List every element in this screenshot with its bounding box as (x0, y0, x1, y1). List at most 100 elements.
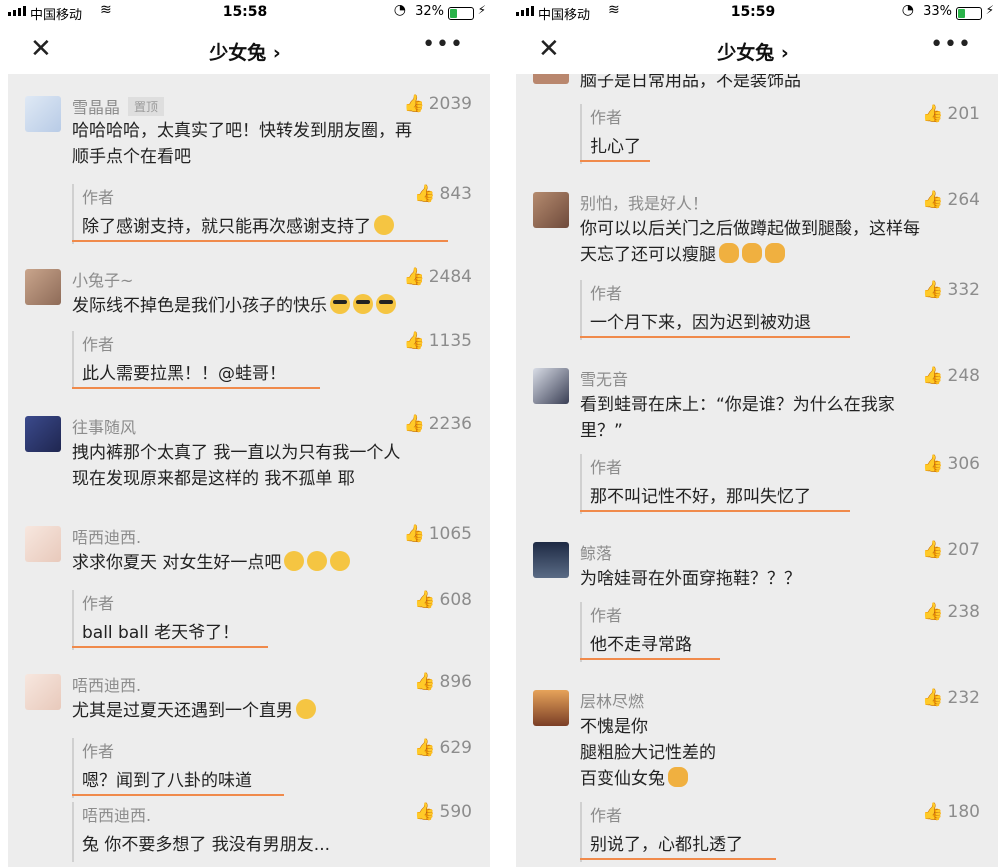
like-button[interactable]: 👍 207 (922, 540, 980, 560)
status-bar: 中国移动 ≋ 15:59 ◔ 33% ⚡ (508, 0, 998, 26)
author-reply: 作者 👍 1135 此人需要拉黑！！@蛙哥！ (72, 331, 490, 393)
like-button[interactable]: 👍 2039 (404, 94, 472, 114)
doge-emoji-icon (719, 243, 739, 263)
reply-author: 唔西迪西. (82, 806, 152, 825)
reply-like-button[interactable]: 👍 629 (414, 738, 472, 758)
thumbs-up-icon: 👍 (922, 802, 944, 822)
thumbs-up-icon: 👍 (922, 688, 944, 708)
like-button[interactable]: 👍 2484 (404, 267, 472, 287)
avatar[interactable] (533, 192, 569, 228)
more-icon[interactable]: ••• (422, 32, 464, 57)
avatar[interactable] (25, 269, 61, 305)
reply-bar (580, 104, 582, 164)
like-count: 2484 (428, 267, 472, 287)
reply-bar (72, 184, 74, 244)
reply-like-button[interactable]: 👍 332 (922, 280, 980, 300)
nav-bar: ✕ 少女兔 › ••• (0, 26, 490, 74)
orientation-lock-icon: ◔ (901, 2, 914, 18)
like-button[interactable]: 👍 264 (922, 190, 980, 210)
reply-text: 那不叫记性不好，那叫失忆了 (590, 487, 811, 507)
author-reply: 作者 👍 238 他不走寻常路 (580, 602, 998, 666)
reply-like-button[interactable]: 👍 201 (922, 104, 980, 124)
reply-like-button[interactable]: 👍 608 (414, 590, 472, 610)
like-button[interactable]: 👍 896 (414, 672, 472, 692)
reply-like-button[interactable]: 👍 1135 (404, 331, 472, 351)
reply-author: 作者 (590, 284, 623, 303)
comment-author[interactable]: 层林尽燃 (580, 688, 644, 712)
thumbs-up-icon: 👍 (922, 540, 944, 560)
comment-author[interactable]: 鲸落 (580, 540, 612, 564)
avatar[interactable] (533, 690, 569, 726)
reply-author: 作者 (82, 335, 115, 354)
comment-author[interactable]: 别怕，我是好人！ (580, 190, 708, 214)
comment-author[interactable]: 雪晶晶 置顶 (72, 94, 165, 118)
crying-emoji-icon (284, 551, 305, 571)
battery-percent: 32% (415, 4, 444, 19)
like-button[interactable]: 👍 1065 (404, 524, 472, 544)
reply-like-button[interactable]: 👍 590 (414, 802, 472, 822)
reply-bar (72, 331, 74, 389)
thumbs-up-icon: 👍 (922, 280, 944, 300)
charging-icon: ⚡ (985, 3, 994, 17)
like-button[interactable]: 👍 2236 (404, 414, 472, 434)
thumbs-up-icon: 👍 (403, 524, 425, 544)
comment-text: 为啥娃哥在外面穿拖鞋？？？ (580, 569, 801, 589)
comment-text: 你可以以后关门之后做蹲起做到腿酸，这样每 天忘了还可以瘦腿 (580, 219, 920, 265)
thumbs-up-icon: 👍 (414, 184, 436, 204)
reply-like-button[interactable]: 👍 180 (922, 802, 980, 822)
comment-author[interactable]: 雪无音 (580, 366, 628, 390)
reply-like-button[interactable]: 👍 843 (414, 184, 472, 204)
comment-author[interactable]: 往事随风 (72, 414, 136, 438)
avatar[interactable] (25, 674, 61, 710)
comment-text: 发际线不掉色是我们小孩子的快乐 (72, 293, 472, 319)
reply-text: ball ball 老天爷了！ (82, 623, 240, 643)
thumbs-up-icon: 👍 (414, 738, 436, 758)
like-button[interactable]: 👍 248 (922, 366, 980, 386)
avatar[interactable] (25, 96, 61, 132)
author-reply: 作者 👍 180 别说了，心都扎透了 (580, 802, 998, 866)
thumbs-up-icon: 👍 (403, 94, 425, 114)
avatar[interactable] (533, 542, 569, 578)
author-reply: 作者 👍 608 ball ball 老天爷了！ (72, 590, 490, 654)
reply-underline (72, 240, 448, 242)
reply-underline (72, 387, 320, 389)
reply-text: 别说了，心都扎透了 (590, 835, 743, 855)
page-title[interactable]: 少女兔 › (0, 38, 490, 65)
reply-like-button[interactable]: 👍 238 (922, 602, 980, 622)
comment-text: 不愧是你 腿粗脸大记性差的 百变仙女兔 (580, 717, 716, 789)
comment-author[interactable]: 唔西迪西. (72, 524, 141, 548)
reply-text: 扎心了 (590, 137, 641, 157)
thumbs-up-icon: 👍 (922, 454, 944, 474)
page-title[interactable]: 少女兔 › (508, 38, 998, 65)
reply-underline (580, 160, 650, 162)
like-button[interactable]: 👍 232 (922, 688, 980, 708)
like-count: 207 (947, 540, 980, 560)
avatar[interactable] (25, 526, 61, 562)
thumbs-up-icon: 👍 (414, 590, 436, 610)
comment-author[interactable]: 小兔子~ (72, 267, 133, 291)
thumbs-up-icon: 👍 (922, 366, 944, 386)
thumbs-up-icon: 👍 (414, 672, 436, 692)
author-reply: 作者 👍 332 一个月下来，因为迟到被劝退 (580, 280, 998, 344)
battery-icon (448, 7, 474, 20)
more-icon[interactable]: ••• (930, 32, 972, 57)
reply-author: 作者 (590, 108, 623, 127)
comment-text: 看到蛙哥在床上：“你是谁？为什么在我家 里？” (580, 395, 895, 441)
comment-text: 求求你夏天 对女生好一点吧 (72, 550, 472, 576)
orientation-lock-icon: ◔ (393, 2, 406, 18)
charging-icon: ⚡ (477, 3, 486, 17)
reply-like-button[interactable]: 👍 306 (922, 454, 980, 474)
comment-text: 拽内裤那个太真了 我一直以为只有我一个人 现在发现原来都是这样的 我不孤单 耶 (72, 443, 401, 489)
comment-author[interactable]: 唔西迪西. (72, 672, 141, 696)
like-count: 248 (947, 366, 980, 386)
left-screen: 中国移动 ≋ 15:58 ◔ 32% ⚡ ✕ 少女兔 › ••• 雪晶晶 置顶 👍… (0, 0, 490, 867)
sunglasses-emoji-icon (376, 294, 396, 314)
avatar[interactable] (533, 368, 569, 404)
reply-author: 作者 (82, 188, 115, 207)
reply-author: 作者 (82, 742, 115, 761)
comment-text: 尤其是过夏天还遇到一个直男 (72, 698, 472, 724)
avatar[interactable] (533, 74, 569, 84)
like-count: 264 (947, 190, 980, 210)
avatar[interactable] (25, 416, 61, 452)
reply-author: 作者 (590, 606, 623, 625)
